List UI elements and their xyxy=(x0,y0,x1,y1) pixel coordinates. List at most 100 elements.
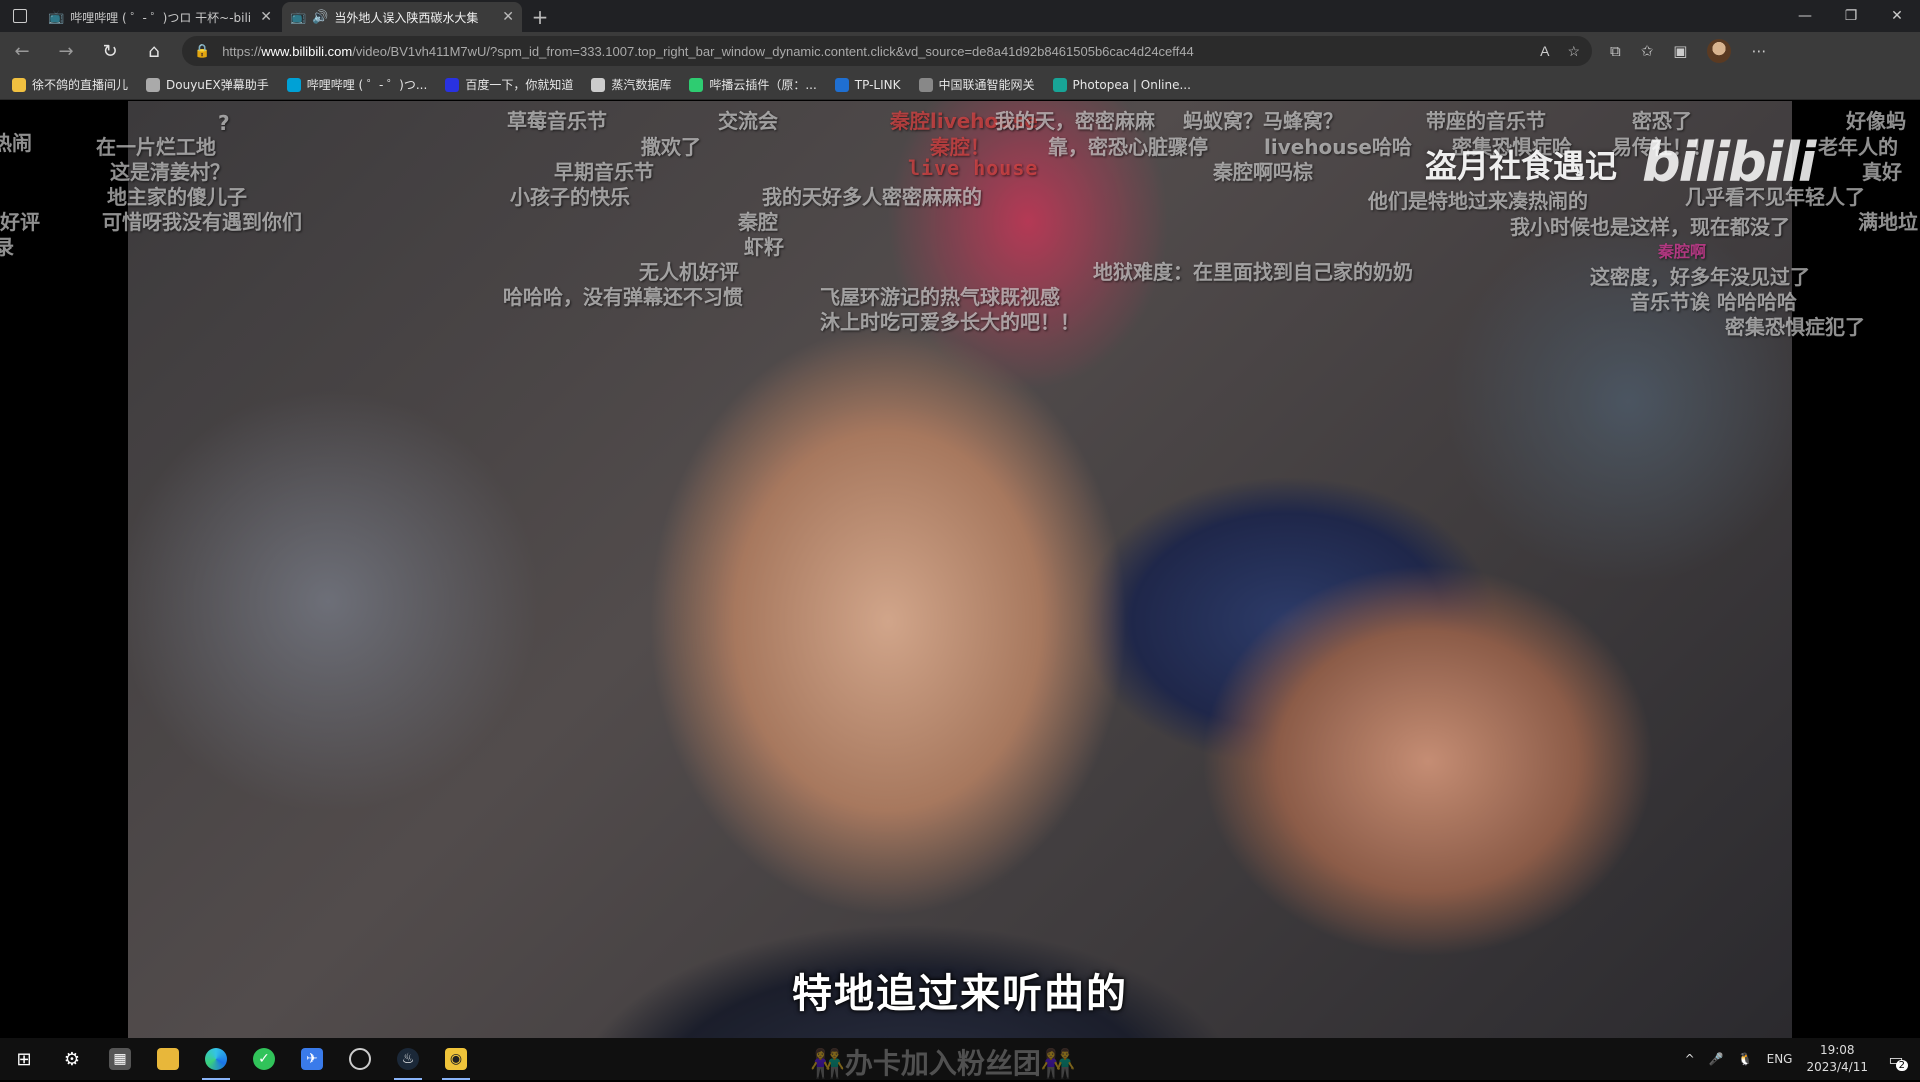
edge-browser-icon xyxy=(205,1048,227,1070)
start-button[interactable]: ⊞ xyxy=(0,1038,48,1080)
bookmark-item[interactable]: TP-LINK xyxy=(834,77,901,92)
obs-icon xyxy=(349,1048,371,1070)
danmaku-comment: 靠，密恐心脏骤停 xyxy=(1048,135,1208,159)
more-menu-icon[interactable]: ⋯ xyxy=(1751,42,1766,60)
new-tab-button[interactable]: + xyxy=(524,2,556,32)
tab-actions-button[interactable] xyxy=(0,0,40,32)
danmaku-comment: 交流会 xyxy=(718,109,778,133)
home-button[interactable]: ⌂ xyxy=(132,32,176,70)
taskbar-file-explorer[interactable] xyxy=(144,1038,192,1080)
bookmark-item[interactable]: 徐不鸽的直播间儿 xyxy=(12,76,128,93)
qq-icon[interactable]: 🐧 xyxy=(1738,1052,1753,1066)
favorites-icon[interactable]: ✩ xyxy=(1641,42,1654,60)
bookmark-item[interactable]: 百度一下，你就知道 xyxy=(445,76,573,93)
video-frame[interactable] xyxy=(128,101,1792,1038)
bookmark-item[interactable]: Photopea | Online... xyxy=(1052,77,1191,92)
tab-current-video[interactable]: 📺 🔊 当外地人误入陕西碳水大集 ✕ xyxy=(282,2,522,32)
danmaku-comment: 地狱难度：在里面找到自己家的奶奶 xyxy=(1093,260,1413,284)
taskbar-settings[interactable]: ⚙ xyxy=(48,1038,96,1080)
read-aloud-icon[interactable]: A xyxy=(1540,43,1549,60)
extensions-icon[interactable]: ⧉ xyxy=(1610,42,1621,60)
clock-date: 2023/4/11 xyxy=(1806,1060,1868,1074)
refresh-button[interactable]: ↻ xyxy=(88,32,132,70)
input-language[interactable]: ENG xyxy=(1767,1052,1793,1066)
notification-center-button[interactable]: ▭ 2 xyxy=(1882,1045,1910,1073)
tab-close-icon[interactable]: ✕ xyxy=(502,9,514,25)
collections-icon[interactable]: ▣ xyxy=(1673,42,1687,60)
address-bar-actions: A ☆ xyxy=(1540,43,1580,60)
taskbar-steam[interactable]: ♨ xyxy=(384,1038,432,1080)
gear-icon: ⚙ xyxy=(63,1048,81,1070)
profile-avatar[interactable] xyxy=(1707,39,1732,63)
notification-count: 2 xyxy=(1895,1060,1908,1071)
bookmark-item[interactable]: 哔哩哔哩 ( ゜- ゜)つ... xyxy=(286,76,428,93)
danmaku-comment: 蚂蚁窝？马蜂窝？ xyxy=(1183,109,1343,133)
danmaku-comment: 虾籽 xyxy=(744,235,784,259)
bookmark-label: 徐不鸽的直播间儿 xyxy=(32,78,129,92)
channel-watermark: 盗月社食遇记 xyxy=(1425,147,1618,185)
url-host: www.bilibili.com xyxy=(261,43,353,59)
system-tray: ^ 🎤 🐧 ENG 19:08 2023/4/11 ▭ 2 xyxy=(1685,1042,1920,1076)
bookmark-label: Photopea | Online... xyxy=(1072,77,1191,92)
owl-app-icon: ◉ xyxy=(445,1048,467,1070)
system-clock[interactable]: 19:08 2023/4/11 xyxy=(1806,1042,1868,1076)
danmaku-comment: 可惜呀我没有遇到你们 xyxy=(102,210,302,234)
bookmark-item[interactable]: 蒸汽数据库 xyxy=(591,76,671,93)
danmaku-comment: 密集恐惧症犯了 xyxy=(1725,315,1865,339)
close-window-button[interactable]: ✕ xyxy=(1874,0,1920,32)
bookmarks-bar: 徐不鸽的直播间儿 DouyuEX弹幕助手 哔哩哔哩 ( ゜- ゜)つ... 百度… xyxy=(0,70,1920,100)
bookmark-favicon-icon xyxy=(591,77,606,92)
bookmark-favicon-icon xyxy=(689,77,704,92)
taskbar-app-green[interactable]: ✓ xyxy=(240,1038,288,1080)
restore-button[interactable]: ❐ xyxy=(1828,0,1874,32)
danmaku-comment: 录 xyxy=(0,235,14,259)
calculator-icon: ▦ xyxy=(109,1048,131,1070)
add-favorite-icon[interactable]: ☆ xyxy=(1567,43,1580,60)
lock-icon[interactable]: 🔒 xyxy=(194,43,210,59)
danmaku-comment: 满地垃 xyxy=(1858,210,1918,234)
taskbar-edge[interactable] xyxy=(192,1038,240,1080)
tray-expand-icon[interactable]: ^ xyxy=(1685,1052,1695,1066)
arrow-right-icon: → xyxy=(58,40,74,62)
window-controls: — ❐ ✕ xyxy=(1782,0,1920,32)
danmaku-comment: 我的天好多人密密麻麻的 xyxy=(762,185,982,209)
danmaku-comment: 他们是特地过来凑热闹的 xyxy=(1368,189,1588,213)
danmaku-comment: 带座的音乐节 xyxy=(1426,109,1546,133)
taskbar-app-blue[interactable]: ✈ xyxy=(288,1038,336,1080)
back-button[interactable]: ← xyxy=(0,32,44,70)
bookmark-label: 哔哩哔哩 ( ゜- ゜)つ... xyxy=(306,78,428,92)
danmaku-comment: 草莓音乐节 xyxy=(507,109,607,133)
forward-button[interactable]: → xyxy=(44,32,88,70)
audio-playing-icon[interactable]: 🔊 xyxy=(312,10,328,25)
bookmark-favicon-icon xyxy=(918,77,933,92)
windows-taskbar: ⊞ ⚙ ▦ ✓ ✈ ♨ ◉ 👫办卡加入粉丝团👫 ^ 🎤 🐧 ENG 19:08 … xyxy=(0,1038,1920,1080)
url-scheme: https:// xyxy=(222,43,262,59)
url-path: /video/BV1vh411M7wU/?spm_id_from=333.100… xyxy=(352,43,1194,59)
bookmark-item[interactable]: 哔播云插件（原：... xyxy=(689,76,817,93)
tab-close-icon[interactable]: ✕ xyxy=(260,9,272,25)
bookmark-favicon-icon xyxy=(12,77,26,92)
refresh-icon: ↻ xyxy=(102,40,118,62)
bookmark-label: DouyuEX弹幕助手 xyxy=(166,78,269,92)
bookmark-item[interactable]: 中国联通智能网关 xyxy=(918,76,1035,93)
folder-icon xyxy=(157,1048,179,1070)
green-app-icon: ✓ xyxy=(253,1048,275,1070)
bookmark-item[interactable]: DouyuEX弹幕助手 xyxy=(146,76,269,93)
blue-app-icon: ✈ xyxy=(301,1048,323,1070)
tab-bilibili-home[interactable]: 📺 哔哩哔哩 ( ゜- ゜)つロ 干杯~-bili ✕ xyxy=(40,2,280,32)
taskbar-calculator[interactable]: ▦ xyxy=(96,1038,144,1080)
arrow-left-icon: ← xyxy=(14,40,30,62)
taskbar-obs[interactable] xyxy=(336,1038,384,1080)
windows-logo-icon: ⊞ xyxy=(16,1048,32,1070)
bookmark-favicon-icon xyxy=(286,77,301,92)
fan-club-banner: 👫办卡加入粉丝团👫 xyxy=(810,1047,1076,1080)
taskbar-app-owl[interactable]: ◉ xyxy=(432,1038,480,1080)
tab-title: 哔哩哔哩 ( ゜- ゜)つロ 干杯~-bili xyxy=(70,10,252,25)
microphone-icon[interactable]: 🎤 xyxy=(1709,1052,1724,1066)
bookmark-favicon-icon xyxy=(146,77,161,92)
address-bar[interactable]: 🔒 https://www.bilibili.com/video/BV1vh41… xyxy=(182,36,1592,66)
minimize-button[interactable]: — xyxy=(1782,0,1828,32)
video-player[interactable]: ? 草莓音乐节 交流会 秦腔livehouse 我的天，密密麻麻 蚂蚁窝？马蜂窝？ 带座的音… xyxy=(0,101,1920,1038)
danmaku-comment: 秦腔啊 xyxy=(1658,242,1707,261)
tab-actions-icon xyxy=(13,9,27,23)
